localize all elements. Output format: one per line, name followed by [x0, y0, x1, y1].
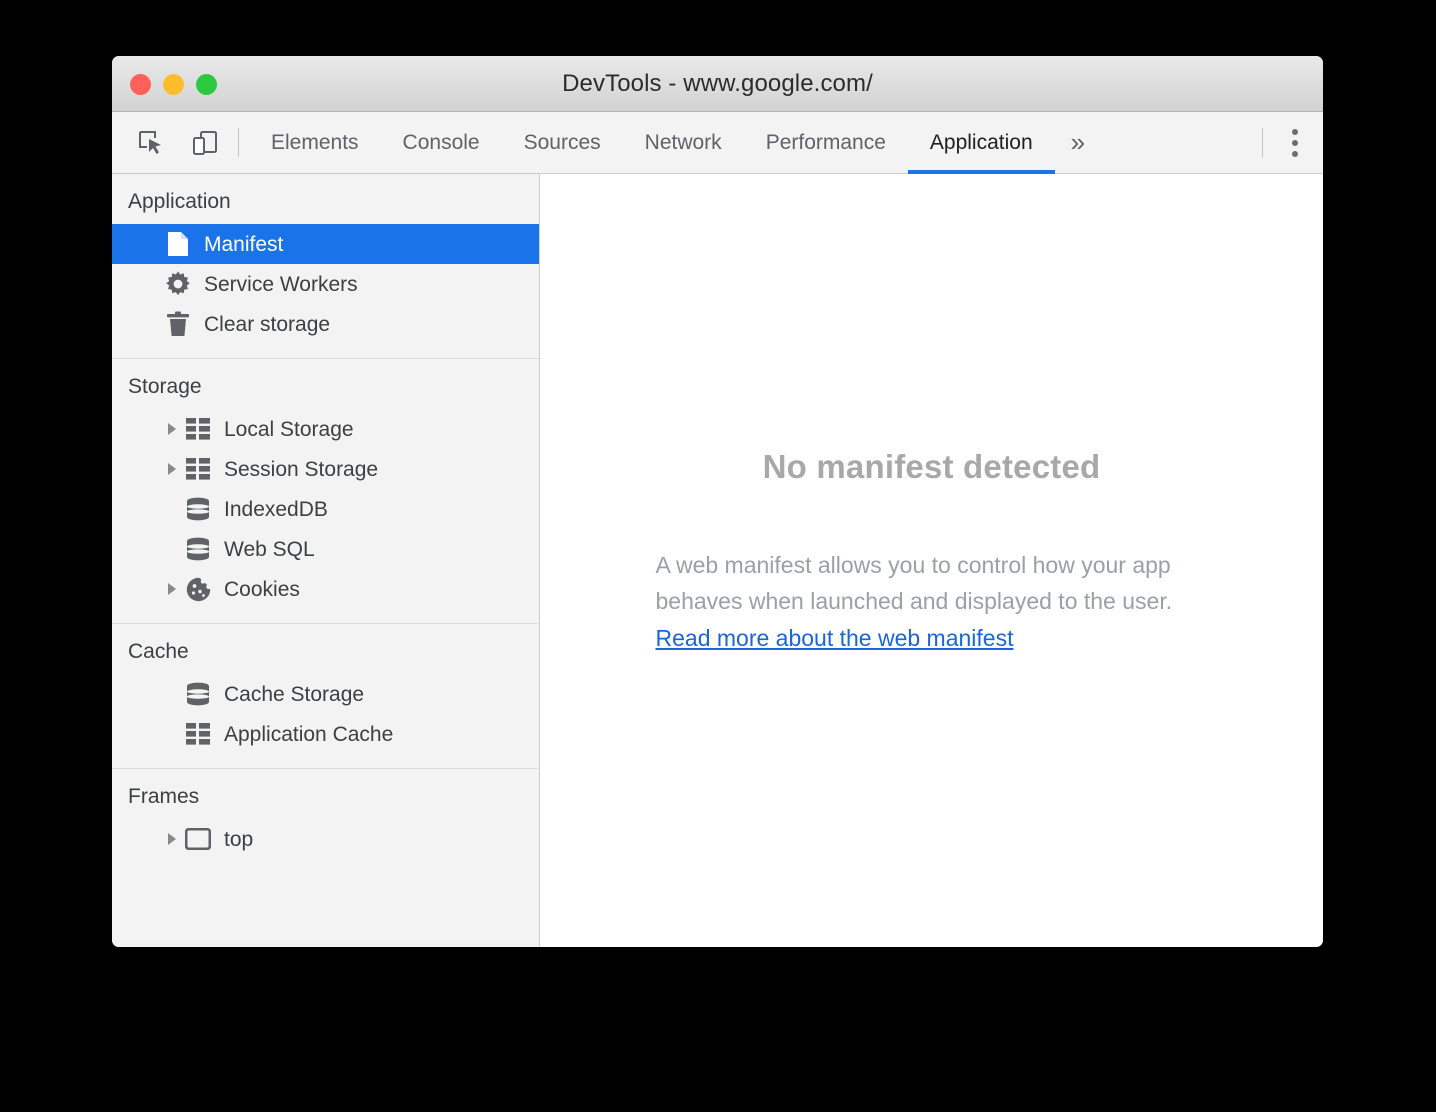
- devtools-body: Application Manifest Service Workers Cle…: [112, 174, 1323, 947]
- section-title: Frames: [128, 785, 200, 808]
- sidebar-item-web-sql[interactable]: Web SQL: [112, 529, 539, 569]
- maximize-window-button[interactable]: [196, 73, 217, 95]
- toolbar-divider: [238, 128, 239, 157]
- tab-label: Network: [644, 130, 722, 154]
- tabbar-divider: [1262, 127, 1263, 158]
- window-titlebar: DevTools - www.google.com/: [112, 56, 1323, 112]
- sidebar-item-label: IndexedDB: [224, 497, 328, 521]
- sidebar-item-label: Cache Storage: [224, 682, 365, 706]
- empty-state-description: A web manifest allows you to control how…: [656, 548, 1208, 657]
- section-title: Storage: [128, 375, 202, 398]
- sidebar-item-label: Service Workers: [204, 272, 358, 296]
- more-options-button[interactable]: [1267, 112, 1323, 174]
- tab-performance[interactable]: Performance: [744, 112, 908, 173]
- sidebar-item-label: Web SQL: [224, 537, 315, 561]
- sidebar-section-storage: Storage Local Storage Session Storage In…: [112, 359, 539, 624]
- database-icon: [184, 497, 212, 521]
- more-options-icon: [1292, 139, 1298, 146]
- more-tabs-button[interactable]: »: [1055, 112, 1101, 173]
- table-icon: [184, 458, 212, 480]
- sidebar-item-application-cache[interactable]: Application Cache: [112, 714, 539, 754]
- sidebar-section-frames: Frames top: [112, 769, 539, 873]
- manifest-empty-panel: No manifest detected A web manifest allo…: [540, 174, 1323, 947]
- tab-console[interactable]: Console: [381, 112, 502, 173]
- section-title: Application: [128, 190, 231, 213]
- toolbar-icon-group: [130, 112, 238, 173]
- tab-label: Performance: [765, 130, 886, 154]
- section-title: Cache: [128, 640, 189, 663]
- sidebar-item-cookies[interactable]: Cookies: [112, 569, 539, 609]
- inspect-element-icon: [139, 130, 161, 154]
- tab-label: Sources: [523, 130, 601, 154]
- sidebar-item-top-frame[interactable]: top: [112, 819, 539, 859]
- application-sidebar: Application Manifest Service Workers Cle…: [112, 174, 540, 947]
- expand-triangle-icon[interactable]: [162, 422, 182, 436]
- tab-sources[interactable]: Sources: [502, 112, 623, 173]
- more-options-icon: [1292, 150, 1298, 157]
- sidebar-section-cache: Cache Cache Storage Application Cache: [112, 624, 539, 769]
- sidebar-item-session-storage[interactable]: Session Storage: [112, 449, 539, 489]
- tab-label: Console: [402, 130, 480, 154]
- devtools-tabbar: Elements Console Sources Network Perform…: [112, 112, 1323, 174]
- tab-label: Application: [929, 130, 1033, 154]
- empty-state-title: No manifest detected: [762, 448, 1101, 485]
- devtools-window: DevTools - www.google.com/ Elements Cons…: [112, 56, 1323, 947]
- tab-elements[interactable]: Elements: [249, 112, 381, 173]
- database-icon: [184, 682, 212, 706]
- empty-state-description-text: A web manifest allows you to control how…: [655, 552, 1173, 614]
- expand-triangle-icon[interactable]: [162, 582, 182, 596]
- expand-triangle-icon[interactable]: [162, 832, 182, 846]
- sidebar-item-label: Local Storage: [224, 417, 354, 441]
- more-options-icon: [1292, 128, 1298, 135]
- frame-icon: [184, 828, 212, 850]
- sidebar-item-label: Session Storage: [224, 457, 379, 481]
- sidebar-item-service-workers[interactable]: Service Workers: [112, 264, 539, 304]
- tab-label: Elements: [271, 130, 359, 154]
- device-toolbar-icon: [193, 130, 217, 155]
- database-icon: [184, 537, 212, 561]
- sidebar-item-label: Clear storage: [204, 312, 331, 336]
- traffic-light-group: [130, 56, 217, 112]
- minimize-window-button[interactable]: [163, 73, 184, 95]
- sidebar-item-clear-storage[interactable]: Clear storage: [112, 304, 539, 344]
- tab-network[interactable]: Network: [623, 112, 744, 173]
- table-icon: [184, 418, 212, 440]
- close-window-button[interactable]: [130, 73, 151, 95]
- sidebar-item-label: Manifest: [204, 232, 284, 256]
- read-more-link[interactable]: Read more about the web manifest: [656, 621, 1014, 657]
- window-title: DevTools - www.google.com/: [562, 69, 873, 97]
- trash-icon: [164, 311, 192, 337]
- device-toolbar-button[interactable]: [184, 122, 226, 164]
- expand-triangle-icon[interactable]: [162, 462, 182, 476]
- sidebar-item-local-storage[interactable]: Local Storage: [112, 409, 539, 449]
- document-icon: [164, 231, 192, 257]
- panel-tabs: Elements Console Sources Network Perform…: [249, 112, 1262, 174]
- sidebar-item-manifest[interactable]: Manifest: [112, 224, 539, 264]
- sidebar-item-indexeddb[interactable]: IndexedDB: [112, 489, 539, 529]
- sidebar-section-application: Application Manifest Service Workers Cle…: [112, 174, 539, 359]
- sidebar-item-label: top: [224, 827, 254, 851]
- tabbar-right-group: [1262, 112, 1323, 173]
- inspect-element-button[interactable]: [130, 122, 172, 164]
- tab-application[interactable]: Application: [907, 112, 1055, 174]
- gear-icon: [164, 271, 192, 297]
- sidebar-item-label: Cookies: [224, 577, 300, 601]
- sidebar-item-label: Application Cache: [224, 722, 394, 746]
- sidebar-item-cache-storage[interactable]: Cache Storage: [112, 674, 539, 714]
- table-icon: [184, 723, 212, 745]
- cookie-icon: [184, 577, 212, 602]
